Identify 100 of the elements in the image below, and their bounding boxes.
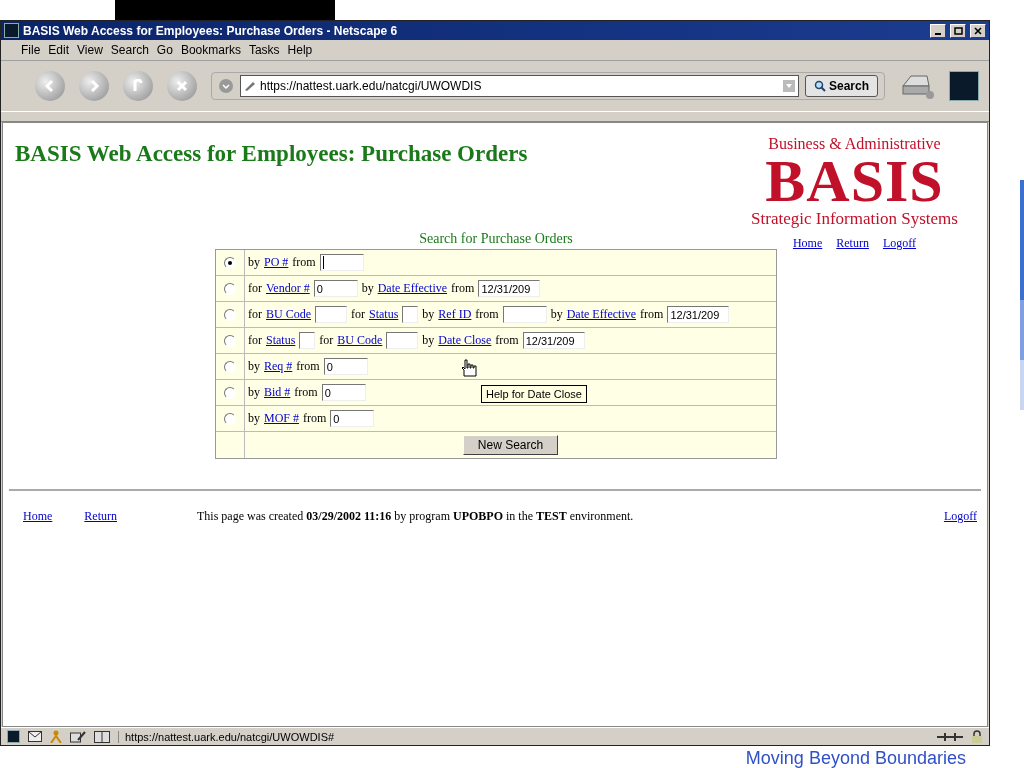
help-link[interactable]: Status bbox=[266, 333, 296, 348]
printer-icon[interactable] bbox=[899, 72, 935, 100]
input-field[interactable] bbox=[319, 254, 364, 271]
input-field[interactable] bbox=[315, 306, 347, 323]
help-link[interactable]: MOF # bbox=[264, 411, 299, 426]
forward-button[interactable] bbox=[79, 71, 109, 101]
page-heading: BASIS Web Access for Employees: Purchase Orders bbox=[15, 141, 528, 167]
help-link[interactable]: Date Close bbox=[438, 333, 492, 348]
logo-tagline: Strategic Information Systems bbox=[751, 209, 958, 228]
radio-button[interactable] bbox=[224, 386, 236, 399]
browser-logo-icon[interactable] bbox=[7, 730, 20, 743]
help-link[interactable]: BU Code bbox=[266, 307, 311, 322]
menu-item[interactable]: Go bbox=[156, 43, 173, 57]
menu-item[interactable]: Help bbox=[287, 43, 313, 57]
window-title: BASIS Web Access for Employees: Purchase Orders - Netscape 6 bbox=[23, 23, 399, 38]
search-icon bbox=[813, 80, 826, 92]
maximize-button[interactable] bbox=[950, 23, 966, 38]
field-label: by bbox=[248, 255, 260, 270]
radio-button[interactable] bbox=[224, 334, 236, 347]
input-field[interactable] bbox=[299, 332, 316, 349]
help-link[interactable]: Bid # bbox=[264, 385, 291, 400]
field-label: by bbox=[248, 411, 260, 426]
dropdown-button[interactable] bbox=[218, 78, 234, 94]
field-label: by bbox=[248, 385, 260, 400]
browser-logo-icon[interactable] bbox=[949, 71, 979, 101]
menu-item[interactable]: Tasks bbox=[248, 43, 280, 57]
input-field[interactable]: 12/31/209 bbox=[667, 306, 730, 323]
browser-logo-icon bbox=[4, 23, 19, 38]
input-field[interactable] bbox=[402, 306, 419, 323]
compose-icon[interactable] bbox=[70, 730, 86, 743]
radio-button[interactable] bbox=[224, 256, 236, 269]
logo-wordmark: BASIS bbox=[765, 153, 944, 209]
help-link[interactable]: Req # bbox=[264, 359, 293, 374]
close-button[interactable] bbox=[970, 23, 986, 38]
help-link[interactable]: Date Effective bbox=[377, 281, 448, 296]
close-icon bbox=[974, 26, 982, 35]
input-field[interactable]: 0 bbox=[323, 358, 368, 375]
footer-link[interactable]: Return bbox=[84, 509, 117, 524]
footer-link[interactable]: Home bbox=[23, 509, 53, 524]
field-label: for bbox=[248, 333, 262, 348]
field-label: from bbox=[475, 307, 499, 322]
field-label: for bbox=[248, 281, 262, 296]
mail-icon[interactable] bbox=[28, 731, 42, 742]
radio-button[interactable] bbox=[224, 308, 236, 321]
input-field[interactable]: 12/31/209 bbox=[478, 280, 541, 297]
reload-icon bbox=[131, 79, 145, 93]
field-label: by bbox=[248, 359, 260, 374]
reload-button[interactable] bbox=[123, 71, 153, 101]
new-search-button[interactable]: New Search bbox=[462, 435, 559, 455]
menu-item[interactable]: File bbox=[21, 43, 41, 57]
help-link[interactable]: PO # bbox=[264, 255, 289, 270]
field-label: from bbox=[292, 255, 316, 270]
field-label: for bbox=[319, 333, 334, 348]
help-link[interactable]: Vendor # bbox=[266, 281, 310, 296]
help-link[interactable]: Status bbox=[369, 307, 399, 322]
page-info-text: This page was created 03/29/2002 11:16 by program UPOBPO in the TEST environment. bbox=[197, 509, 635, 524]
hand-cursor-icon bbox=[461, 359, 477, 379]
menu-item[interactable]: Bookmarks bbox=[180, 43, 241, 57]
help-link[interactable]: Date Effective bbox=[566, 307, 637, 322]
url-field[interactable]: https://nattest.uark.edu/natcgi/UWOWDIS bbox=[240, 75, 799, 97]
slide-footer-text: Moving Beyond Boundaries bbox=[745, 748, 966, 768]
field-label: by bbox=[422, 307, 435, 322]
menu-item[interactable]: View bbox=[77, 43, 103, 57]
field-label: from bbox=[640, 307, 664, 322]
help-link[interactable]: BU Code bbox=[337, 333, 383, 348]
nav-link[interactable]: Logoff bbox=[882, 236, 917, 251]
nav-link[interactable]: Home bbox=[792, 236, 823, 251]
menu-item[interactable]: Search bbox=[110, 43, 149, 57]
field-label: for bbox=[351, 307, 365, 322]
status-url: https://nattest.uark.edu/natcgi/UWOWDIS# bbox=[118, 730, 929, 743]
input-field[interactable] bbox=[386, 332, 419, 349]
field-label: from bbox=[303, 411, 327, 426]
search-button[interactable]: Search bbox=[804, 75, 878, 97]
maximize-icon bbox=[953, 26, 963, 35]
address-book-icon[interactable] bbox=[94, 730, 110, 743]
form-title: Search for Purchase Orders bbox=[418, 231, 574, 247]
input-field[interactable]: 12/31/209 bbox=[522, 332, 585, 349]
tooltip: Help for Date Close bbox=[481, 385, 587, 403]
page-proxy-icon bbox=[244, 81, 256, 91]
input-field[interactable]: 0 bbox=[321, 384, 366, 401]
nav-link[interactable]: Return bbox=[836, 236, 869, 251]
stop-button[interactable] bbox=[167, 71, 197, 101]
field-label: by bbox=[422, 333, 435, 348]
radio-button[interactable] bbox=[224, 412, 236, 425]
radio-button[interactable] bbox=[224, 360, 236, 373]
lock-icon bbox=[971, 730, 983, 743]
minimize-button[interactable] bbox=[930, 23, 946, 38]
input-field[interactable]: 0 bbox=[313, 280, 358, 297]
menu-item[interactable]: Edit bbox=[48, 43, 70, 57]
stop-icon bbox=[175, 79, 189, 93]
logo-tagline: Business & Administrative bbox=[768, 135, 941, 153]
footer-link[interactable]: Logoff bbox=[943, 509, 977, 524]
back-button[interactable] bbox=[35, 71, 65, 101]
input-field[interactable]: 0 bbox=[330, 410, 375, 427]
field-label: from bbox=[451, 281, 475, 296]
input-field[interactable] bbox=[502, 306, 547, 323]
radio-button[interactable] bbox=[224, 282, 236, 295]
field-label: by bbox=[550, 307, 563, 322]
connection-icon bbox=[937, 730, 963, 743]
help-link[interactable]: Ref ID bbox=[438, 307, 472, 322]
